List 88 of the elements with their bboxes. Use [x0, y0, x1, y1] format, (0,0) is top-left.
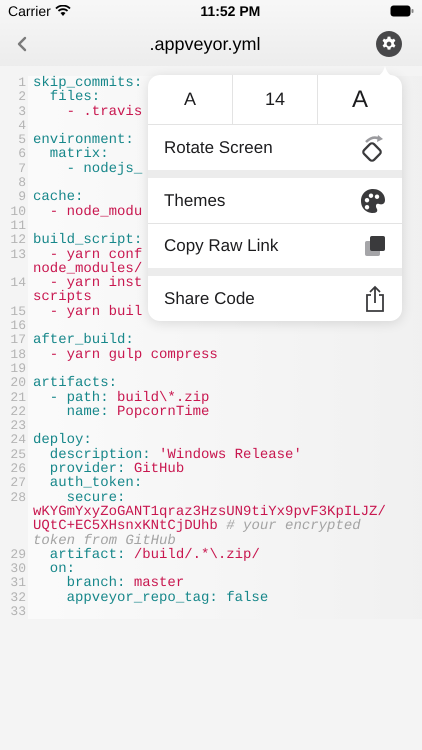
- line-number: 16: [10, 319, 26, 334]
- line-number: 10: [10, 204, 26, 219]
- code-text: wKYGmYxyZoGANT1qraz3HzsUN9tiYx9pvF3KpILJZ/: [33, 504, 386, 520]
- gear-icon: [381, 36, 397, 52]
- line-number: 24: [10, 433, 26, 448]
- line-number: 25: [10, 448, 26, 462]
- carrier-label: Carrier: [8, 2, 51, 20]
- line-number: 20: [10, 376, 26, 391]
- line-number: 9: [18, 190, 26, 205]
- line-number: 12: [10, 233, 26, 248]
- code-text: 'Windows Release': [159, 448, 302, 462]
- code-text: environment:: [33, 133, 134, 148]
- code-text: files:: [48, 90, 100, 105]
- line-number: 26: [10, 462, 26, 476]
- line-number: 1: [18, 76, 26, 90]
- code-text: cache:: [33, 190, 84, 205]
- code-comment: # your encrypted: [226, 519, 361, 534]
- code-text: master: [134, 576, 184, 591]
- code-text: on:: [48, 562, 76, 576]
- code-text: scripts: [33, 290, 92, 305]
- code-text: - path:: [48, 390, 110, 405]
- line-number: 17: [10, 333, 26, 348]
- code-text: - yarn inst: [50, 276, 142, 290]
- line-number: 29: [10, 548, 26, 562]
- line-number: 3: [18, 104, 26, 119]
- line-number: 33: [10, 604, 26, 620]
- code-text: secure:: [66, 490, 126, 505]
- share-icon: [364, 284, 386, 312]
- code-text: matrix:: [48, 147, 109, 162]
- code-text: build_script:: [33, 233, 142, 248]
- line-number: 13: [10, 248, 26, 262]
- line-number: 4: [18, 118, 26, 134]
- code-text: after_build:: [33, 333, 134, 348]
- code-text: description:: [48, 448, 151, 462]
- code-text: node_modules/: [33, 262, 142, 276]
- line-number: 18: [10, 348, 26, 362]
- line-number: 7: [18, 162, 26, 176]
- line-number: 22: [10, 404, 26, 420]
- line-number: 8: [18, 176, 26, 190]
- line-number: 5: [18, 133, 26, 148]
- line-number: 19: [10, 362, 26, 376]
- code-text: /build/.*\.zip/: [134, 548, 260, 562]
- battery-icon: [390, 5, 414, 17]
- menu-item[interactable]: Copy Raw Link: [148, 223, 402, 268]
- code-text: - node_modu: [48, 204, 142, 219]
- copy-icon: [364, 235, 386, 257]
- code-text: artifacts:: [33, 376, 118, 391]
- line-number: 11: [10, 218, 26, 234]
- menu-item[interactable]: Share Code: [148, 276, 402, 321]
- line-number: 28: [10, 490, 26, 505]
- line-number: 23: [10, 419, 26, 434]
- palette-icon: [360, 188, 386, 214]
- settings-button[interactable]: [376, 31, 402, 57]
- menu-item[interactable]: Themes: [148, 178, 402, 223]
- line-number: 14: [10, 276, 26, 290]
- code-text: - .travis: [66, 104, 142, 119]
- line-number: 27: [10, 476, 26, 491]
- code-comment: token from GitHub: [33, 534, 176, 548]
- increase-font-button[interactable]: A: [318, 75, 402, 124]
- code-text: PopcornTime: [117, 404, 210, 420]
- code-text: build\*.zip: [117, 390, 210, 405]
- code-text: - yarn gulp compress: [48, 348, 218, 362]
- font-size-value: 14: [233, 75, 318, 124]
- decrease-font-button[interactable]: A: [148, 75, 233, 124]
- line-number: 31: [10, 576, 26, 591]
- status-time: 11:52 PM: [200, 2, 260, 20]
- code-text: artifact:: [48, 548, 126, 562]
- line-number: 21: [10, 390, 26, 405]
- menu-item[interactable]: Rotate Screen: [148, 125, 402, 170]
- code-text: - yarn buil: [48, 304, 142, 320]
- code-text: branch:: [66, 576, 126, 591]
- code-text: - nodejs_: [66, 162, 142, 176]
- file-title: .appveyor.yml: [149, 32, 261, 56]
- code-text: deploy:: [33, 433, 92, 448]
- line-number: 30: [10, 562, 26, 576]
- code-text: name:: [66, 404, 110, 420]
- line-number: 2: [18, 90, 26, 105]
- code-text: - yarn conf: [50, 248, 142, 262]
- code-text: auth_token:: [48, 476, 142, 491]
- code-text: UQtC+EC5XHsnxKNtCjDUhb: [33, 519, 219, 534]
- line-number: 32: [10, 590, 26, 605]
- line-number: 6: [18, 147, 26, 162]
- code-text: GitHub: [134, 462, 184, 476]
- wifi-icon: [54, 5, 71, 17]
- line-number: 15: [10, 304, 26, 320]
- code-text: provider:: [48, 462, 126, 476]
- code-text: appveyor_repo_tag: false: [66, 590, 268, 605]
- code-text: skip_commits:: [33, 76, 142, 90]
